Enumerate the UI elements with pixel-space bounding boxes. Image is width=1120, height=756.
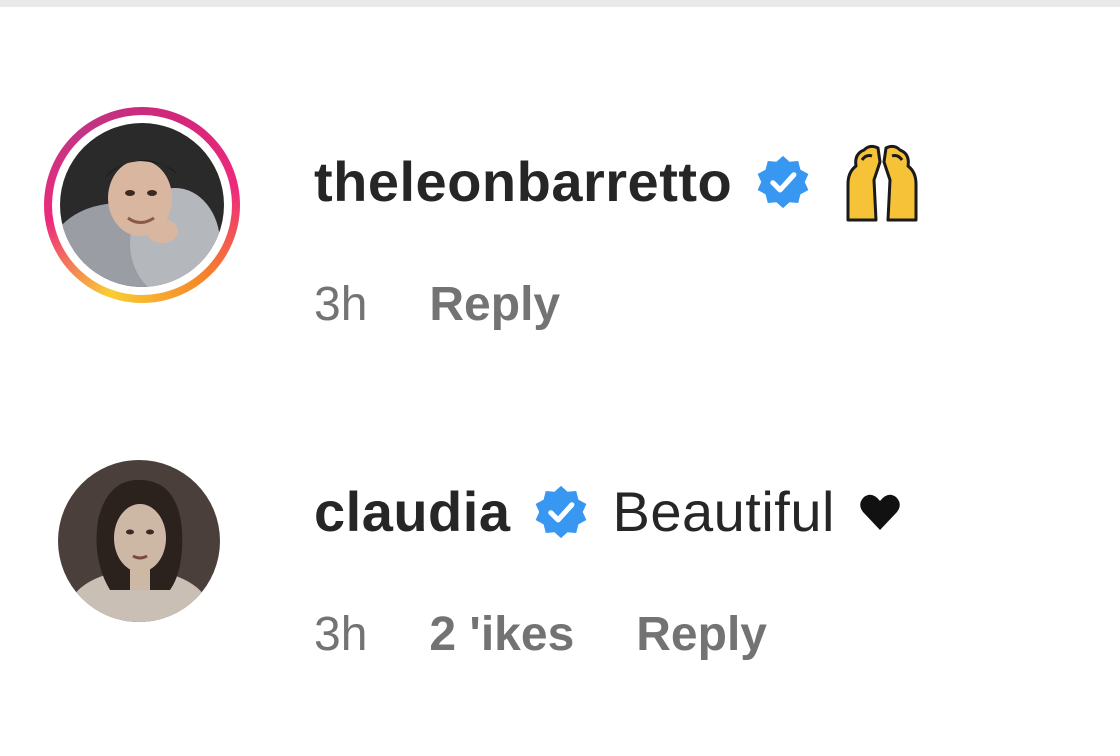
avatar[interactable]	[60, 123, 224, 287]
comment-meta: 3h 2 'ikes Reply	[314, 605, 767, 665]
username[interactable]: theleonbarretto	[314, 147, 732, 217]
raising-hands-emoji-icon	[840, 140, 924, 224]
comment-headline: theleonbarretto	[314, 140, 924, 224]
top-divider	[0, 0, 1120, 7]
avatar[interactable]	[58, 460, 220, 622]
verified-badge-icon	[754, 153, 812, 211]
verified-badge-icon	[532, 483, 590, 541]
comment-meta: 3h Reply	[314, 275, 560, 335]
likes-count[interactable]: 2 'ikes	[429, 605, 574, 665]
timestamp: 3h	[314, 608, 368, 661]
black-heart-icon	[859, 492, 901, 532]
reply-button[interactable]: Reply	[429, 275, 560, 335]
comment-text: Beautiful	[612, 480, 835, 543]
comment-headline: claudia Beautiful	[314, 477, 901, 547]
reply-button[interactable]: Reply	[636, 605, 767, 665]
username[interactable]: claudia	[314, 477, 510, 547]
avatar-with-story-ring[interactable]	[44, 107, 240, 303]
timestamp: 3h	[314, 278, 368, 331]
